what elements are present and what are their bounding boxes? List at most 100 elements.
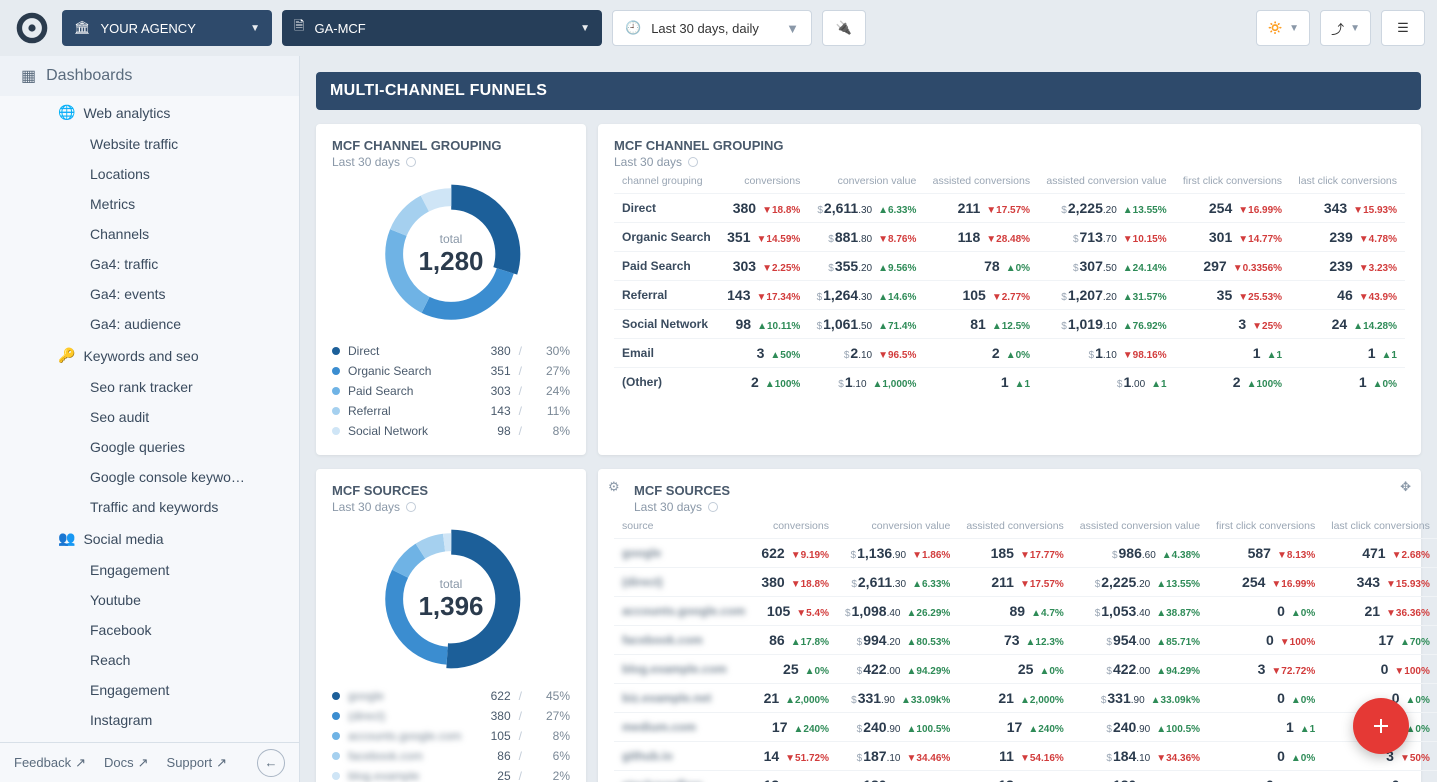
clock-icon: 🕘 [625, 20, 641, 36]
delta: ▼100% [1280, 637, 1315, 648]
external-icon: ↗ [75, 755, 86, 771]
col-header: assisted conversion value [1038, 169, 1175, 194]
share-button[interactable]: ⤴ ▼ [1320, 10, 1371, 46]
target-icon [688, 157, 698, 167]
collapse-sidebar-button[interactable]: ← [257, 749, 285, 777]
delta: ▲9.56% [878, 263, 916, 274]
source-picker[interactable]: 🗎 GA-MCF ▼ [282, 10, 602, 46]
sidebar-item[interactable]: Ga4: audience [0, 309, 299, 339]
delta: ▲0% [1406, 695, 1430, 706]
chevron-down-icon: ▼ [1350, 23, 1360, 34]
delta: ▼18.8% [791, 579, 829, 590]
docs-link[interactable]: Docs ↗ [104, 755, 149, 771]
delta: ▲70% [1400, 637, 1430, 648]
agency-label: YOUR AGENCY [101, 21, 196, 36]
legend-row: blog.example 25 / 2% [332, 766, 570, 782]
group-icon: 🔑 [58, 347, 75, 364]
feedback-link[interactable]: Feedback ↗ [14, 755, 86, 771]
delta: ▼2.25% [762, 263, 800, 274]
card-subtitle: Last 30 days [614, 155, 1405, 169]
add-widget-fab[interactable] [1353, 698, 1409, 754]
external-icon: ↗ [138, 755, 149, 771]
delta: ▼5.4% [796, 608, 829, 619]
sidebar-item[interactable]: Ga4: events [0, 279, 299, 309]
agency-picker[interactable]: 🏛 YOUR AGENCY ▼ [62, 10, 272, 46]
plug-button[interactable]: 🔌 [822, 10, 866, 46]
legend-pct: 2% [530, 769, 570, 782]
delta: ▼2.68% [1392, 550, 1430, 561]
legend-dot [332, 387, 340, 395]
sidebar-item[interactable]: Channels [0, 219, 299, 249]
move-icon[interactable]: ✥ [1400, 479, 1411, 495]
delta: ▲14.28% [1353, 321, 1397, 332]
sidebar-item[interactable]: Instagram [0, 705, 299, 735]
sidebar-item[interactable]: Google queries [0, 432, 299, 462]
delta: ▲2,000% [785, 695, 829, 706]
donut-chart: total 1,280 [376, 179, 526, 329]
col-header: conversion value [837, 514, 958, 539]
sidebar-item[interactable]: Youtube [0, 585, 299, 615]
card-mcf-sources-donut: MCF SOURCES Last 30 days total 1,396 goo… [316, 469, 586, 782]
col-header: channel grouping [614, 169, 719, 194]
date-range-picker[interactable]: 🕘 Last 30 days, daily ▼ [612, 10, 812, 46]
theme-button[interactable]: 🔅 ▼ [1256, 10, 1310, 46]
sidebar-section-dashboards[interactable]: ▦ Dashboards [0, 56, 299, 96]
sidebar-item[interactable]: Seo audit [0, 402, 299, 432]
sidebar-item[interactable]: Google console keywo… [0, 462, 299, 492]
sidebar-item[interactable]: Engagement [0, 675, 299, 705]
delta: ▲240% [1028, 724, 1063, 735]
sidebar-item[interactable]: Metrics [0, 189, 299, 219]
legend-value: 303 [471, 384, 511, 398]
sidebar-item[interactable]: Engagement [0, 735, 299, 742]
plus-icon [1369, 714, 1393, 738]
legend-name: Paid Search [348, 384, 463, 398]
row-name: biz.example.net [614, 684, 753, 713]
delta: ▼15.93% [1386, 579, 1430, 590]
group-label: Keywords and seo [83, 348, 198, 364]
sidebar-item[interactable]: Traffic and keywords [0, 492, 299, 522]
legend-name: Direct [348, 344, 463, 358]
row-name: (Other) [614, 368, 719, 397]
legend-pct: 27% [530, 709, 570, 723]
delta: ▼8.76% [878, 234, 916, 245]
legend-dot [332, 692, 340, 700]
delta: ▲10.11% [757, 321, 800, 332]
row-name: Direct [614, 194, 719, 223]
support-link[interactable]: Support ↗ [167, 755, 227, 771]
sidebar-item[interactable]: Engagement [0, 555, 299, 585]
group-label: Web analytics [83, 105, 170, 121]
document-icon: 🗎 [294, 17, 304, 39]
sidebar-item[interactable]: Facebook [0, 615, 299, 645]
sidebar-item[interactable]: Ga4: traffic [0, 249, 299, 279]
card-subtitle: Last 30 days [332, 500, 570, 514]
col-header: assisted conversions [958, 514, 1071, 539]
delta: ▲12.3% [1026, 637, 1064, 648]
sidebar-group[interactable]: 🌐Web analytics [0, 96, 299, 129]
sidebar-item[interactable]: Website traffic [0, 129, 299, 159]
delta: ▼98.16% [1123, 350, 1167, 361]
chevron-down-icon: ▼ [250, 23, 260, 34]
delta: ▲0% [1039, 666, 1063, 677]
sidebar-group[interactable]: 🔑 Keywords and seo [0, 339, 299, 372]
delta: ▲38.87% [1156, 608, 1200, 619]
sidebar-group[interactable]: 👥Social media [0, 522, 299, 555]
legend-value: 380 [471, 344, 511, 358]
gear-icon[interactable]: ⚙ [608, 479, 620, 495]
sidebar-section-label: Dashboards [46, 67, 132, 85]
menu-button[interactable]: ☰ [1381, 10, 1425, 46]
col-header: first click conversions [1208, 514, 1323, 539]
delta: ▼14.77% [1238, 234, 1282, 245]
chevron-down-icon: ▼ [786, 21, 799, 36]
donut-total-label: total [440, 232, 463, 246]
legend-row: (direct) 380 / 27% [332, 706, 570, 726]
sidebar-item[interactable]: Seo rank tracker [0, 372, 299, 402]
delta: ▲0% [1373, 379, 1397, 390]
delta: ▼8.13% [1277, 550, 1315, 561]
delta: ▼34.46% [907, 753, 951, 764]
delta: ▼17.57% [986, 205, 1030, 216]
sidebar-footer: Feedback ↗ Docs ↗ Support ↗ ← [0, 742, 299, 782]
delta: ▲100.5% [907, 724, 951, 735]
sidebar-item[interactable]: Locations [0, 159, 299, 189]
sidebar-item[interactable]: Reach [0, 645, 299, 675]
sidebar: ▦ Dashboards 🌐Web analyticsWebsite traff… [0, 56, 300, 782]
